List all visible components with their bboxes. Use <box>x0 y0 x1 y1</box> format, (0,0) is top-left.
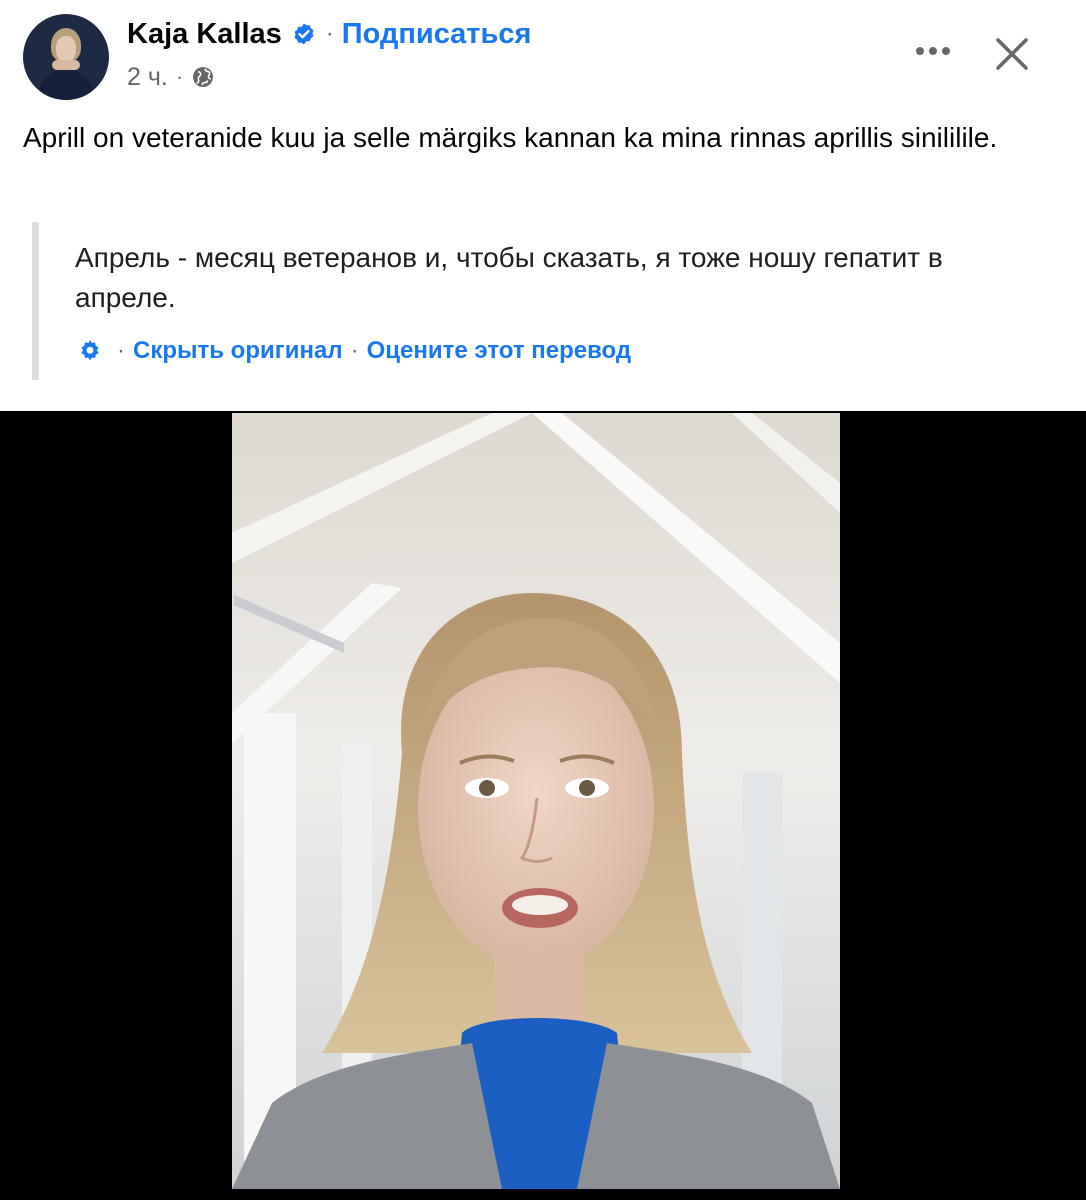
video-frame[interactable] <box>232 413 840 1189</box>
translation-block: Апрель - месяц ветеранов и, чтобы сказат… <box>32 222 1072 380</box>
close-button[interactable] <box>992 34 1032 74</box>
separator-dot: · <box>325 20 334 47</box>
author-name[interactable]: Kaja Kallas <box>127 18 282 51</box>
author-line: Kaja Kallas · Подписаться <box>127 16 531 52</box>
separator-dot: · <box>117 337 125 364</box>
more-options-button[interactable] <box>912 36 954 66</box>
separator-dot: · <box>175 64 184 89</box>
globe-icon[interactable] <box>191 65 215 89</box>
video-player[interactable] <box>0 411 1086 1200</box>
more-horizontal-icon <box>916 47 950 55</box>
post-header: Kaja Kallas · Подписаться 2 ч. · <box>0 0 1086 110</box>
author-avatar[interactable] <box>23 14 109 100</box>
post-meta: 2 ч. · <box>127 62 215 92</box>
hide-original-link[interactable]: Скрыть оригинал <box>133 337 343 365</box>
translation-actions: · Скрыть оригинал · Оцените этот перевод <box>77 334 631 368</box>
post-original-text: Aprill on veteranide kuu ja selle märgik… <box>23 122 998 153</box>
subscribe-button[interactable]: Подписаться <box>342 18 532 51</box>
gear-icon[interactable] <box>77 338 103 364</box>
close-icon <box>996 38 1028 70</box>
verified-badge-icon <box>294 23 314 45</box>
separator-dot: · <box>350 337 359 364</box>
rate-translation-link[interactable]: Оцените этот перевод <box>367 337 632 365</box>
video-still-image <box>232 413 840 1189</box>
translated-text: Апрель - месяц ветеранов и, чтобы сказат… <box>75 242 943 313</box>
post-timestamp[interactable]: 2 ч. <box>127 63 168 92</box>
